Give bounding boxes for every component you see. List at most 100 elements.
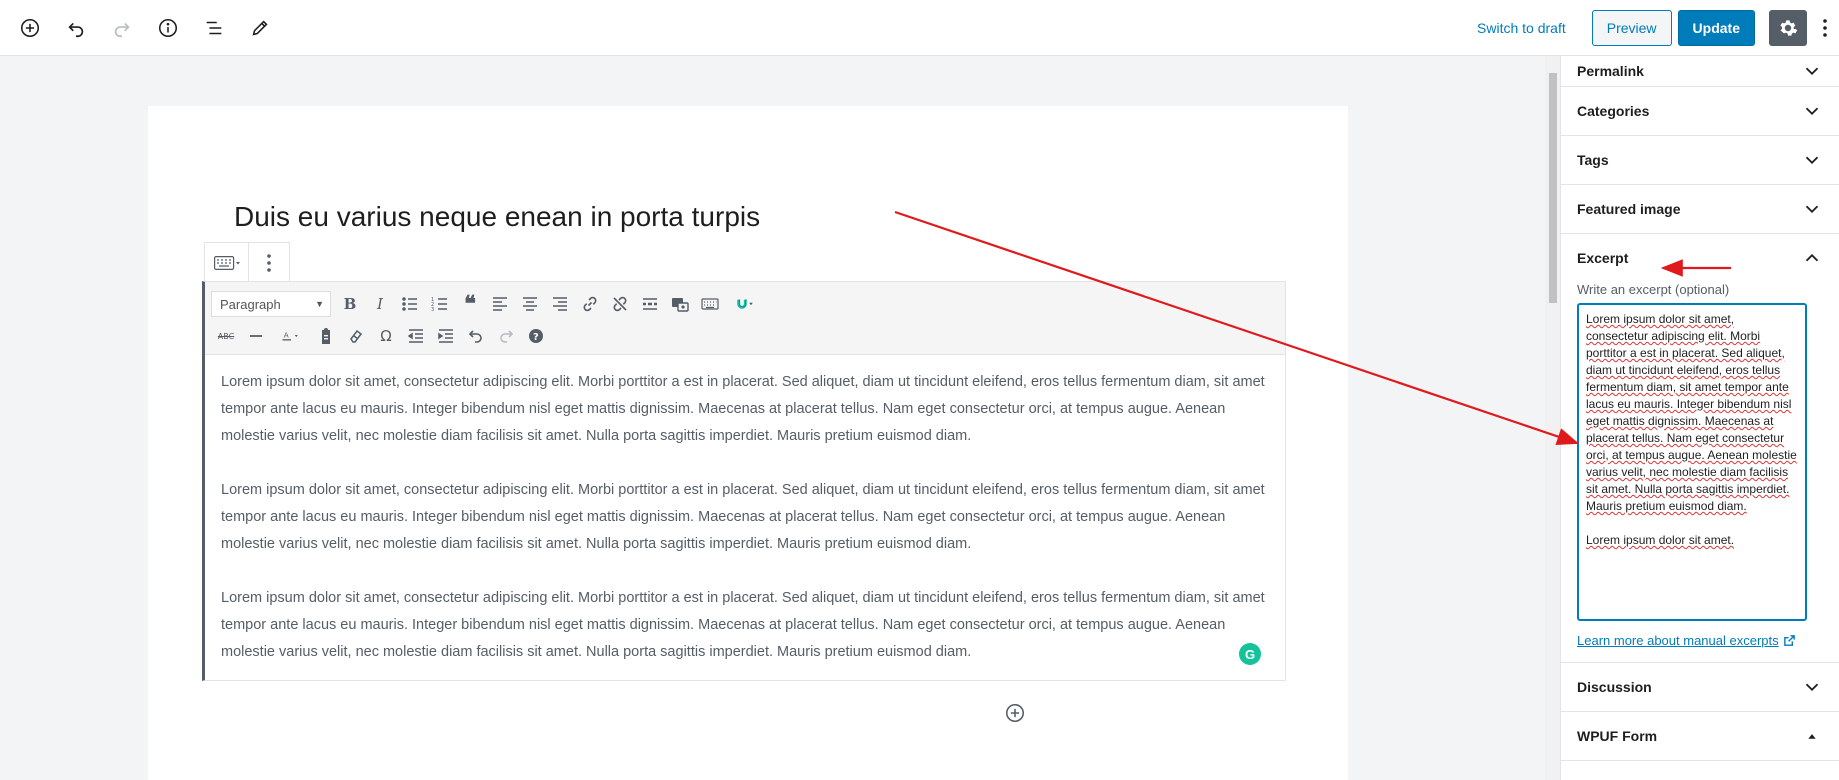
align-left-icon[interactable]	[485, 289, 515, 319]
settings-sidebar: Permalink Categories Tags Featured image…	[1560, 56, 1839, 780]
blockquote-icon[interactable]: ❝	[455, 289, 485, 319]
excerpt-text-paragraph-1: Lorem ipsum dolor sit amet, consectetur …	[1586, 312, 1797, 513]
panel-wpuf-form-toggle[interactable]: WPUF Form	[1561, 712, 1839, 760]
block-toolbar	[204, 242, 290, 283]
paste-text-icon[interactable]	[311, 321, 341, 351]
undo-icon[interactable]	[58, 10, 94, 46]
update-button[interactable]: Update	[1677, 10, 1755, 46]
header-actions: Switch to draft Preview Update	[1477, 0, 1839, 56]
classic-editor-block: Paragraph ▼ B I 123 ❝ ABC A Ω ? Lorem ip…	[202, 281, 1286, 681]
remove-link-icon[interactable]	[605, 289, 635, 319]
block-navigation-icon[interactable]	[196, 10, 232, 46]
excerpt-body: Write an excerpt (optional) Lorem ipsum …	[1561, 282, 1839, 662]
panel-featured-image-toggle[interactable]: Featured image	[1561, 185, 1839, 233]
media-icon[interactable]	[665, 289, 695, 319]
panel-categories: Categories	[1561, 87, 1839, 136]
read-more-icon[interactable]	[635, 289, 665, 319]
panel-categories-title: Categories	[1577, 103, 1650, 119]
svg-text:A: A	[284, 331, 289, 340]
editor-scrollbar[interactable]	[1545, 56, 1560, 780]
tinymce-undo-icon[interactable]	[461, 321, 491, 351]
settings-gear-icon[interactable]	[1769, 10, 1807, 46]
panel-featured-image-title: Featured image	[1577, 201, 1681, 217]
panel-permalink: Permalink	[1561, 56, 1839, 87]
panel-excerpt: Excerpt Write an excerpt (optional) Lore…	[1561, 234, 1839, 663]
panel-discussion-toggle[interactable]: Discussion	[1561, 663, 1839, 711]
numbered-list-icon[interactable]: 123	[425, 289, 455, 319]
bullet-list-icon[interactable]	[395, 289, 425, 319]
panel-featured-image: Featured image	[1561, 185, 1839, 234]
panel-permalink-toggle[interactable]: Permalink	[1561, 56, 1839, 86]
learn-more-excerpts-link[interactable]: Learn more about manual excerpts	[1577, 633, 1823, 648]
tinymce-toolbar: Paragraph ▼ B I 123 ❝ ABC A Ω ?	[205, 282, 1285, 355]
panel-excerpt-title: Excerpt	[1577, 250, 1629, 266]
align-center-icon[interactable]	[515, 289, 545, 319]
switch-to-draft-button[interactable]: Switch to draft	[1477, 20, 1566, 36]
redo-icon[interactable]	[104, 10, 140, 46]
panel-permalink-title: Permalink	[1577, 63, 1644, 79]
add-block-icon[interactable]	[12, 10, 48, 46]
chevron-down-icon	[1805, 107, 1819, 116]
panel-discussion-title: Discussion	[1577, 679, 1652, 695]
post-canvas: Duis eu varius neque enean in porta turp…	[148, 106, 1348, 780]
tinymce-toolbar-row-2: ABC A Ω ?	[211, 320, 1279, 352]
excerpt-text-gap	[1586, 515, 1798, 532]
chevron-down-icon	[1805, 67, 1819, 76]
content-paragraph-2: Lorem ipsum dolor sit amet, consectetur …	[221, 482, 1265, 552]
chevron-up-icon	[1805, 253, 1819, 262]
horizontal-line-icon[interactable]	[241, 321, 271, 351]
editor-header: Switch to draft Preview Update	[0, 0, 1839, 56]
text-color-icon[interactable]: A	[271, 321, 311, 351]
align-right-icon[interactable]	[545, 289, 575, 319]
learn-more-excerpts-text: Learn more about manual excerpts	[1577, 633, 1779, 648]
excerpt-textarea[interactable]: Lorem ipsum dolor sit amet, consectetur …	[1577, 303, 1807, 621]
plugin-u-icon[interactable]	[725, 289, 765, 319]
help-icon[interactable]: ?	[521, 321, 551, 351]
toolbar-toggle-keyboard-icon[interactable]	[695, 289, 725, 319]
post-title[interactable]: Duis eu varius neque enean in porta turp…	[234, 201, 760, 233]
header-toolbar	[0, 10, 278, 46]
outdent-icon[interactable]	[401, 321, 431, 351]
chevron-down-icon	[1805, 205, 1819, 214]
italic-icon[interactable]: I	[365, 289, 395, 319]
indent-icon[interactable]	[431, 321, 461, 351]
svg-text:3: 3	[431, 307, 434, 313]
preview-button[interactable]: Preview	[1591, 10, 1672, 46]
excerpt-text-paragraph-2: Lorem ipsum dolor sit amet.	[1586, 533, 1735, 547]
chevron-down-icon	[1805, 683, 1819, 692]
more-options-icon[interactable]	[1815, 10, 1835, 46]
excerpt-label: Write an excerpt (optional)	[1577, 282, 1730, 297]
select-caret-icon: ▼	[315, 299, 324, 309]
tinymce-toolbar-row-1: Paragraph ▼ B I 123 ❝	[211, 288, 1279, 320]
block-more-options-icon[interactable]	[249, 243, 289, 283]
external-link-icon	[1783, 635, 1795, 646]
tinymce-redo-icon[interactable]	[491, 321, 521, 351]
triangle-up-icon	[1808, 734, 1816, 739]
svg-text:?: ?	[533, 332, 539, 343]
panel-discussion: Discussion	[1561, 663, 1839, 712]
bold-icon[interactable]: B	[335, 289, 365, 319]
info-icon[interactable]	[150, 10, 186, 46]
editor-canvas-area: Duis eu varius neque enean in porta turp…	[0, 56, 1560, 780]
edit-pencil-icon[interactable]	[242, 10, 278, 46]
clear-formatting-icon[interactable]	[341, 321, 371, 351]
block-type-keyboard-icon[interactable]	[205, 243, 249, 283]
strikethrough-icon[interactable]: ABC	[211, 321, 241, 351]
editor-scrollbar-thumb[interactable]	[1549, 73, 1557, 303]
content-paragraph-1: Lorem ipsum dolor sit amet, consectetur …	[221, 374, 1265, 444]
special-character-icon[interactable]: Ω	[371, 321, 401, 351]
insert-link-icon[interactable]	[575, 289, 605, 319]
chevron-down-icon	[1805, 156, 1819, 165]
format-select[interactable]: Paragraph ▼	[211, 291, 331, 317]
grammarly-icon[interactable]: G	[1239, 643, 1261, 665]
panel-wpuf-form: WPUF Form	[1561, 712, 1839, 761]
content-paragraph-3: Lorem ipsum dolor sit amet, consectetur …	[221, 590, 1265, 660]
panel-wpuf-form-title: WPUF Form	[1577, 728, 1658, 744]
classic-editor-content[interactable]: Lorem ipsum dolor sit amet, consectetur …	[205, 355, 1285, 666]
panel-tags-toggle[interactable]: Tags	[1561, 136, 1839, 184]
panel-tags: Tags	[1561, 136, 1839, 185]
block-inserter-icon[interactable]	[1004, 702, 1026, 724]
panel-categories-toggle[interactable]: Categories	[1561, 87, 1839, 135]
format-select-value: Paragraph	[220, 296, 281, 312]
panel-excerpt-toggle[interactable]: Excerpt	[1561, 234, 1839, 282]
